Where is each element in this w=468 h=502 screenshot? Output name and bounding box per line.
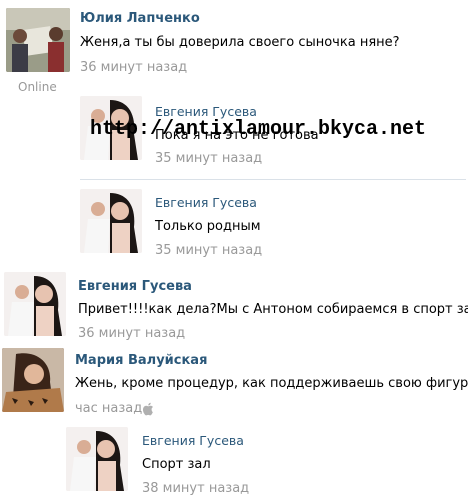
author-name[interactable]: Евгения Гусева [155, 195, 257, 210]
message-text: Женя,а ты бы доверила своего сыночка нян… [80, 35, 400, 50]
watermark-text: http://antixlamour.bkyca.net [90, 118, 427, 141]
divider [80, 179, 466, 180]
message-time[interactable]: 35 минут назад [155, 151, 262, 166]
avatar[interactable] [80, 189, 142, 253]
avatar[interactable] [6, 8, 70, 72]
author-name[interactable]: Мария Валуйская [75, 353, 207, 368]
message-time[interactable]: 38 минут назад [142, 481, 249, 496]
message-text: Привет!!!!как дела?Мы с Антоном собираем… [78, 302, 468, 317]
message-time[interactable]: 36 минут назад [78, 326, 185, 341]
message-text: Жень, кроме процедур, как поддерживаешь … [75, 376, 468, 391]
message-text: Спорт зал [142, 457, 211, 472]
author-name[interactable]: Юлия Лапченко [80, 11, 200, 26]
message-time[interactable]: час назад [75, 401, 142, 416]
message-text: Только родным [155, 219, 261, 234]
avatar[interactable] [2, 348, 64, 412]
online-status: Online [18, 80, 57, 94]
message-time[interactable]: 35 минут назад [155, 243, 262, 258]
author-name[interactable]: Евгения Гусева [155, 104, 257, 119]
message-time[interactable]: 36 минут назад [80, 60, 187, 75]
apple-icon [142, 402, 154, 416]
avatar[interactable] [4, 272, 66, 336]
avatar[interactable] [66, 427, 128, 491]
author-name[interactable]: Евгения Гусева [142, 433, 244, 448]
author-name[interactable]: Евгения Гусева [78, 279, 192, 294]
